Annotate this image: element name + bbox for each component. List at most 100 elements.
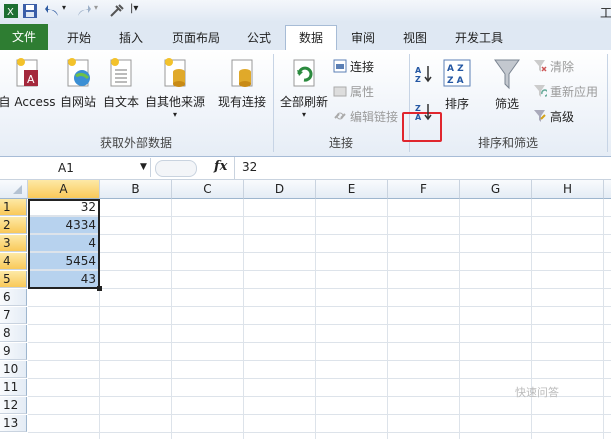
advanced-filter-icon: [533, 109, 547, 123]
column-header-f[interactable]: F: [388, 180, 460, 199]
filter-label: 筛选: [494, 97, 519, 111]
sort-descending-button[interactable]: ZA: [414, 102, 434, 122]
select-all-corner[interactable]: [0, 180, 28, 199]
tab-page-layout[interactable]: 页面布局: [162, 26, 230, 50]
group-divider: [607, 54, 608, 152]
formula-input[interactable]: 32: [242, 160, 257, 174]
from-web-button[interactable]: 自网站: [58, 56, 98, 110]
from-access-button[interactable]: A 自 Access: [0, 56, 56, 110]
web-icon: [64, 56, 92, 90]
undo-icon[interactable]: [44, 3, 60, 19]
chevron-down-icon: ▾: [172, 110, 177, 119]
advanced-filter-button[interactable]: 高级: [533, 108, 574, 126]
svg-text:A: A: [415, 66, 422, 75]
tab-view[interactable]: 视图: [394, 26, 436, 50]
watermark: 快速问答: [515, 386, 559, 399]
tab-insert[interactable]: 插入: [110, 26, 152, 50]
cell-a2[interactable]: 4334: [28, 217, 100, 234]
clear-filter-button[interactable]: 清除: [533, 58, 574, 76]
row-header[interactable]: 9: [0, 343, 27, 360]
tab-home[interactable]: 开始: [58, 26, 100, 50]
customize-icon[interactable]: [108, 3, 124, 19]
row-header[interactable]: 5: [0, 271, 27, 288]
existing-connections-button[interactable]: 现有连接: [214, 56, 270, 110]
from-other-sources-label: 自其他来源: [144, 95, 205, 109]
reapply-button[interactable]: 重新应用: [533, 83, 598, 101]
row-header[interactable]: 6: [0, 289, 27, 306]
properties-label: 属性: [350, 85, 375, 99]
column-header-partial: [604, 180, 611, 199]
row-header[interactable]: 11: [0, 379, 27, 396]
edit-links-label: 编辑链接: [350, 110, 399, 124]
svg-text:X: X: [7, 7, 14, 18]
group-sort-filter-label: 排序和筛选: [477, 136, 538, 150]
cell-a3[interactable]: 4: [28, 235, 100, 252]
edit-links-button[interactable]: 编辑链接: [333, 108, 398, 126]
group-get-external-data-label: 获取外部数据: [99, 136, 172, 150]
ribbon-panel: A 自 Access 自网站 自文本 自其他来源 ▾ 现有连接 获取外部数据 全…: [0, 50, 611, 157]
column-header-e[interactable]: E: [316, 180, 388, 199]
filter-button[interactable]: 筛选: [490, 58, 524, 112]
row-header[interactable]: 2: [0, 217, 27, 234]
row-header[interactable]: 12: [0, 397, 27, 414]
row-header[interactable]: 1: [0, 199, 27, 216]
column-header-h[interactable]: H: [532, 180, 604, 199]
column-header-g[interactable]: G: [460, 180, 532, 199]
row-header[interactable]: 13: [0, 415, 27, 432]
sort-za-icon: ZA: [415, 104, 432, 122]
existing-connections-label: 现有连接: [217, 95, 266, 109]
row-header[interactable]: 8: [0, 325, 27, 342]
refresh-all-button[interactable]: 全部刷新 ▾: [278, 56, 330, 119]
advanced-label: 高级: [550, 110, 575, 124]
filter-icon: [493, 58, 521, 92]
window-title: 工: [600, 6, 611, 20]
group-connections-label: 连接: [328, 136, 353, 150]
row-header[interactable]: 4: [0, 253, 27, 270]
properties-button[interactable]: 属性: [333, 83, 374, 101]
column-header-c[interactable]: C: [172, 180, 244, 199]
svg-text:Z: Z: [415, 104, 421, 113]
save-icon[interactable]: [22, 3, 38, 19]
cell-a4[interactable]: 5454: [28, 253, 100, 270]
chevron-down-icon[interactable]: ▼: [140, 162, 147, 172]
from-web-label: 自网站: [59, 95, 96, 109]
tab-review[interactable]: 审阅: [342, 26, 384, 50]
row-header[interactable]: 10: [0, 361, 27, 378]
worksheet-grid[interactable]: A B C D E F G H 1 2 3 4 5 6 7 8 9 10 11 …: [0, 180, 611, 439]
tab-developer[interactable]: 开发工具: [446, 26, 512, 50]
tab-data[interactable]: 数据: [285, 25, 337, 50]
cell-a1[interactable]: 32: [28, 199, 100, 216]
connections-button[interactable]: 连接: [333, 58, 374, 76]
refresh-icon: [290, 56, 318, 90]
from-other-sources-button[interactable]: 自其他来源 ▾: [143, 56, 207, 119]
qat-menu-icon[interactable]: |▾: [130, 3, 146, 19]
properties-icon: [333, 84, 347, 98]
clear-filter-icon: [533, 59, 547, 73]
link-icon: [333, 109, 347, 123]
sort-button[interactable]: A Z Z A 排序: [440, 58, 474, 112]
insert-function-icon[interactable]: fx: [214, 159, 227, 174]
cell-a5[interactable]: 43: [28, 271, 100, 288]
row-header[interactable]: 3: [0, 235, 27, 252]
svg-text:A Z: A Z: [447, 64, 464, 74]
name-box[interactable]: A1 ▼: [0, 158, 151, 177]
row-header[interactable]: 7: [0, 307, 27, 324]
sort-ascending-button[interactable]: AZ: [414, 64, 434, 84]
redo-icon[interactable]: [76, 3, 92, 19]
column-header-b[interactable]: B: [100, 180, 172, 199]
sort-dialog-icon: A Z Z A: [443, 58, 471, 92]
connections-icon: [333, 59, 347, 73]
tab-formulas[interactable]: 公式: [238, 26, 280, 50]
column-header-a[interactable]: A: [28, 180, 100, 199]
from-text-button[interactable]: 自文本: [100, 56, 142, 110]
tab-file[interactable]: 文件: [0, 24, 48, 50]
column-header-d[interactable]: D: [244, 180, 316, 199]
chevron-down-icon: ▾: [301, 110, 306, 119]
reapply-icon: [533, 84, 549, 98]
quick-access-toolbar: X ▾ ▾ |▾ 工: [0, 0, 611, 22]
fill-handle[interactable]: [97, 286, 102, 291]
svg-text:A: A: [415, 113, 422, 122]
formula-bar-divider-handle[interactable]: [155, 160, 197, 177]
from-text-label: 自文本: [102, 95, 139, 109]
sort-label: 排序: [444, 97, 469, 111]
